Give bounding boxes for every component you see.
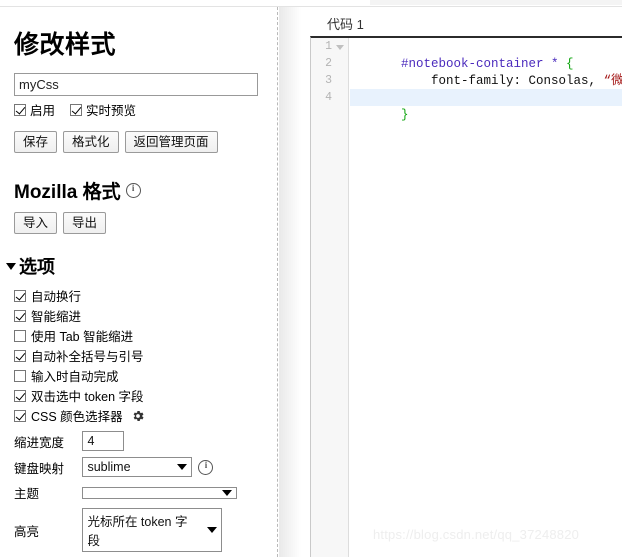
line-number: 1 bbox=[325, 40, 332, 53]
line-number: 4 bbox=[325, 91, 332, 104]
mozilla-button-row: 导入 导出 bbox=[14, 212, 107, 235]
option-css-color-picker[interactable]: CSS 颜色选择器 bbox=[14, 408, 145, 424]
option-auto-close-brackets-box[interactable] bbox=[14, 349, 26, 362]
option-smart-indent[interactable]: 智能缩进 bbox=[14, 308, 145, 324]
mozilla-format-label: Mozilla 格式 bbox=[14, 182, 121, 203]
code-token-string: “微软雅黑” bbox=[603, 74, 622, 88]
highlight-select-value: 光标所在 token 字段 bbox=[87, 515, 188, 548]
checkbox-enable-box[interactable] bbox=[14, 103, 26, 116]
option-dblclick-select-token-box[interactable] bbox=[14, 389, 26, 402]
option-auto-close-brackets-label: 自动补全括号与引号 bbox=[31, 350, 144, 364]
checkbox-live-preview[interactable]: 实时预览 bbox=[70, 100, 136, 119]
keymap-label: 键盘映射 bbox=[14, 461, 65, 476]
code-token-property: font-family: Consolas, bbox=[401, 74, 604, 88]
page-title: 修改样式 bbox=[14, 31, 117, 59]
gear-icon[interactable] bbox=[131, 409, 145, 423]
option-word-wrap-label: 自动换行 bbox=[31, 290, 82, 304]
triangle-down-icon[interactable] bbox=[6, 262, 16, 270]
style-name-input[interactable] bbox=[14, 73, 258, 96]
options-section-label: 选项 bbox=[19, 257, 55, 277]
options-checkbox-list: 自动换行 智能缩进 使用 Tab 智能缩进 自动补全括号与引号 输入时自动完成 … bbox=[14, 288, 145, 424]
triangle-down-fold-icon[interactable] bbox=[336, 45, 344, 50]
keymap-control: sublime bbox=[82, 457, 237, 477]
code-editor[interactable]: 1 2 3 4 #notebook-container * { font-fam… bbox=[310, 36, 622, 557]
top-strip-right-segment bbox=[370, 0, 622, 5]
option-smart-indent-box[interactable] bbox=[14, 309, 26, 322]
option-use-tab-indent-label: 使用 Tab 智能缩进 bbox=[31, 330, 134, 344]
theme-select[interactable] bbox=[82, 486, 238, 499]
code-content[interactable]: #notebook-container * { font-family: Con… bbox=[350, 38, 622, 557]
keymap-select-value: sublime bbox=[87, 460, 131, 474]
chevron-down-icon bbox=[207, 527, 218, 533]
checkbox-enable-label: 启用 bbox=[30, 104, 56, 118]
mozilla-format-title: Mozilla 格式 bbox=[14, 177, 141, 204]
option-css-color-picker-box[interactable] bbox=[14, 409, 26, 422]
code-token-brace-close: } bbox=[401, 108, 409, 122]
main-button-row: 保存 格式化 返回管理页面 bbox=[14, 131, 218, 154]
option-use-tab-indent[interactable]: 使用 Tab 智能缩进 bbox=[14, 328, 145, 344]
editor-gutter: 1 2 3 4 bbox=[311, 38, 349, 557]
top-strip bbox=[0, 0, 622, 7]
option-auto-close-brackets[interactable]: 自动补全括号与引号 bbox=[14, 348, 145, 364]
option-autocomplete-on-type[interactable]: 输入时自动完成 bbox=[14, 368, 145, 384]
option-word-wrap-box[interactable] bbox=[14, 289, 26, 302]
export-button[interactable]: 导出 bbox=[63, 212, 107, 235]
option-dblclick-select-token[interactable]: 双击选中 token 字段 bbox=[14, 388, 145, 404]
indent-width-control bbox=[82, 431, 237, 451]
checkbox-live-preview-label: 实时预览 bbox=[86, 104, 137, 118]
info-icon[interactable] bbox=[125, 183, 141, 198]
option-css-color-picker-label: CSS 颜色选择器 bbox=[31, 410, 123, 424]
line-number: 2 bbox=[325, 57, 332, 70]
option-use-tab-indent-box[interactable] bbox=[14, 329, 26, 342]
highlight-label: 高亮 bbox=[14, 524, 40, 539]
watermark: https://blog.csdn.net/qq_37248820 bbox=[373, 527, 580, 542]
checkbox-live-preview-box[interactable] bbox=[70, 103, 83, 116]
line-number: 3 bbox=[325, 74, 332, 87]
top-checkbox-row: 启用 实时预览 bbox=[14, 100, 145, 119]
keymap-info-icon[interactable] bbox=[198, 459, 214, 475]
option-smart-indent-label: 智能缩进 bbox=[31, 310, 82, 324]
code-line-4: } bbox=[356, 90, 409, 141]
option-word-wrap[interactable]: 自动换行 bbox=[14, 288, 145, 304]
keymap-select[interactable]: sublime bbox=[82, 457, 193, 477]
settings-form: 缩进宽度 键盘映射 sublime 主题 高亮 光标所在 token 字段 bbox=[14, 431, 238, 557]
back-to-manage-button[interactable]: 返回管理页面 bbox=[124, 131, 218, 154]
import-button[interactable]: 导入 bbox=[14, 212, 58, 235]
save-button[interactable]: 保存 bbox=[14, 131, 58, 154]
checkbox-enable[interactable]: 启用 bbox=[14, 100, 55, 119]
highlight-select[interactable]: 光标所在 token 字段 bbox=[82, 508, 223, 552]
option-autocomplete-on-type-box[interactable] bbox=[14, 369, 26, 382]
highlight-control: 光标所在 token 字段 bbox=[82, 508, 237, 552]
option-dblclick-select-token-label: 双击选中 token 字段 bbox=[31, 390, 144, 404]
format-button[interactable]: 格式化 bbox=[63, 131, 119, 154]
panel-divider-shade bbox=[279, 7, 301, 557]
chevron-down-icon bbox=[222, 489, 233, 496]
code-tab-label: 代码 1 bbox=[327, 17, 364, 32]
chevron-down-icon bbox=[177, 464, 188, 470]
indent-width-input[interactable] bbox=[82, 431, 125, 451]
theme-label: 主题 bbox=[14, 487, 40, 501]
settings-panel: 修改样式 启用 实时预览 保存 格式化 返回管理页面 Mozilla 格式 导入… bbox=[0, 7, 277, 557]
option-autocomplete-on-type-label: 输入时自动完成 bbox=[31, 370, 119, 384]
indent-width-label: 缩进宽度 bbox=[14, 435, 65, 450]
theme-control bbox=[82, 486, 238, 499]
options-section-header[interactable]: 选项 bbox=[6, 253, 55, 279]
